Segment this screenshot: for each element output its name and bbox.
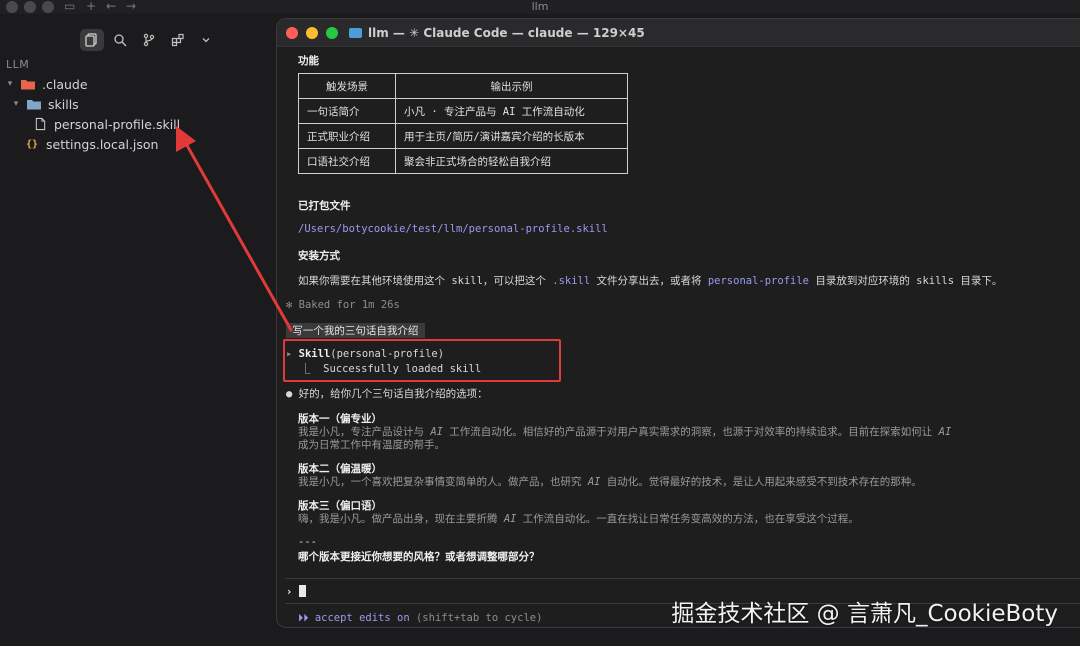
folder-icon <box>26 97 42 111</box>
input-top-border <box>285 578 1080 579</box>
chevron-down-icon <box>202 38 210 43</box>
terminal-output[interactable]: 功能 触发场景 输出示例 一句话简介 小凡 · 专注产品与 AI 工作流自动化 … <box>277 47 1080 627</box>
terminal-minimize-button[interactable] <box>306 27 318 39</box>
skill-call-name: Skill <box>298 348 331 360</box>
terminal-window[interactable]: llm — ✳ Claude Code — claude — 129×45 功能… <box>276 18 1080 628</box>
feature-heading: 功能 <box>298 55 319 67</box>
tree-item-settings-json[interactable]: {} settings.local.json <box>24 134 159 154</box>
outer-window-title: llm <box>531 0 549 13</box>
skill-call-line: ▸ Skill(personal-profile) <box>286 348 444 360</box>
table-row: 口语社交介绍 聚会非正式场合的轻松自我介绍 <box>298 148 628 174</box>
tree-item-label: .claude <box>42 76 88 92</box>
terminal-title-text: llm — ✳ Claude Code — claude — 129×45 <box>368 26 645 40</box>
extensions-tab-button[interactable] <box>166 29 190 51</box>
tree-item-label: personal-profile.skill <box>54 116 181 132</box>
files-tab-button[interactable] <box>80 29 104 51</box>
tree-item-label: settings.local.json <box>46 136 159 152</box>
outer-titlebar: ▭ + ← → llm <box>0 0 1080 14</box>
version-text: 工作流自动化。相信好的产品源于对用户真实需求的洞察，也源于对效率的持续追求。目前… <box>442 426 939 438</box>
chevron-down-icon: ▾ <box>7 79 13 89</box>
more-tabs-button[interactable] <box>194 29 218 51</box>
table-cell: 聚会非正式场合的轻松自我介绍 <box>395 148 628 174</box>
install-code: personal-profile <box>707 275 809 287</box>
version-text: AI <box>503 513 517 525</box>
install-instructions: 如果你需要在其他环境使用这个 skill，可以把这个 .skill 文件分享出去… <box>298 273 1002 288</box>
tree-item-personal-profile-skill[interactable]: personal-profile.skill <box>32 114 180 134</box>
packaged-path-link[interactable]: /Users/botycookie/test/llm/personal-prof… <box>298 223 608 235</box>
terminal-titlebar: llm — ✳ Claude Code — claude — 129×45 <box>277 19 1080 47</box>
table-cell: 一句话简介 <box>298 98 396 124</box>
chevron-down-icon: ▾ <box>13 99 19 109</box>
install-heading: 安装方式 <box>298 250 340 262</box>
extensions-icon <box>171 33 184 47</box>
version-line: 成为日常工作中有温度的帮手。 <box>298 437 445 452</box>
text-cursor <box>298 585 306 597</box>
version-line: 嗨，我是小凡。做产品出身，现在主要折腾 AI 工作流自动化。一直在找让日常任务变… <box>298 511 859 526</box>
fast-forward-icon: ⏵⏵ <box>298 612 309 624</box>
mode-label: accept edits on <box>314 612 410 624</box>
assistant-question: 哪个版本更接近你想要的风格？或者想调整哪部分？ <box>298 551 540 563</box>
feature-table: 触发场景 输出示例 一句话简介 小凡 · 专注产品与 AI 工作流自动化 正式职… <box>298 73 628 174</box>
table-row: 正式职业介绍 用于主页/简历/演讲嘉宾介绍的长版本 <box>298 123 628 149</box>
tree-item-skills-folder[interactable]: ▾ skills <box>10 94 79 114</box>
table-cell: 用于主页/简历/演讲嘉宾介绍的长版本 <box>395 123 628 149</box>
mode-hint: (shift+tab to cycle) <box>415 612 543 624</box>
install-text: 如果你需要在其他环境使用这个 skill，可以把这个 <box>298 275 553 287</box>
version-text: AI <box>938 426 952 438</box>
watermark: 掘金技术社区 @ 言萧凡_CookieBoty <box>671 601 1058 627</box>
tree-item-label: skills <box>48 96 79 112</box>
terminal-title: llm — ✳ Claude Code — claude — 129×45 <box>349 19 645 47</box>
version-text: AI <box>587 476 601 488</box>
table-header-cell: 触发场景 <box>298 73 396 99</box>
table-cell: 口语社交介绍 <box>298 148 396 174</box>
json-file-icon: {} <box>25 138 39 150</box>
files-icon <box>85 33 97 47</box>
bullet-icon: ▸ <box>286 348 299 360</box>
version-line: 我是小凡，一个喜欢把复杂事情变简单的人。做产品，也研究 AI 自动化。觉得最好的… <box>298 474 922 489</box>
workspace-section-label: LLM <box>6 58 30 71</box>
search-icon <box>114 34 127 47</box>
table-header-cell: 输出示例 <box>395 73 628 99</box>
source-control-tab-button[interactable] <box>137 29 161 51</box>
prompt-chevron-icon: › <box>286 586 293 598</box>
baked-status: ✻ Baked for 1m 26s <box>286 299 400 311</box>
markdown-divider: --- <box>298 536 317 548</box>
file-explorer-sidebar: LLM ▾ .claude ▾ skills personal-profile.… <box>0 14 276 646</box>
table-header-row: 触发场景 输出示例 <box>298 73 628 99</box>
install-text: 文件分享出去，或者将 <box>590 275 708 287</box>
install-text: 目录放到对应环境的 skills 目录下。 <box>809 275 1003 287</box>
version-text: 成为日常工作中有温度的帮手。 <box>298 439 445 451</box>
version-text: 自动化。觉得最好的技术，是让人用起来感受不到技术存在的那种。 <box>600 476 922 488</box>
install-code: .skill <box>552 275 591 287</box>
table-cell: 小凡 · 专注产品与 AI 工作流自动化 <box>395 98 628 124</box>
input-line[interactable]: › <box>286 585 306 598</box>
assistant-reply-intro: ● 好的，给你几个三句话自我介绍的选项： <box>286 388 488 400</box>
folder-icon <box>349 28 362 38</box>
packaged-heading: 已打包文件 <box>298 200 351 212</box>
version-text: 工作流自动化。一直在找让日常任务变高效的方法，也在享受这个过程。 <box>516 513 859 525</box>
skill-result-line: ⎿ Successfully loaded skill <box>300 363 482 375</box>
table-cell: 正式职业介绍 <box>298 123 396 149</box>
terminal-close-button[interactable] <box>286 27 298 39</box>
version-text: 嗨，我是小凡。做产品出身，现在主要折腾 <box>298 513 504 525</box>
terminal-zoom-button[interactable] <box>326 27 338 39</box>
version-text: 我是小凡，一个喜欢把复杂事情变简单的人。做产品，也研究 <box>298 476 588 488</box>
folder-icon <box>20 77 36 91</box>
tree-item-claude-folder[interactable]: ▾ .claude <box>4 74 88 94</box>
user-prompt: 写一个我的三句话自我介绍 <box>286 323 425 338</box>
skill-call-arg: (personal-profile) <box>330 348 445 360</box>
search-tab-button[interactable] <box>108 29 132 51</box>
file-icon <box>32 117 48 131</box>
table-row: 一句话简介 小凡 · 专注产品与 AI 工作流自动化 <box>298 98 628 124</box>
mode-status[interactable]: ⏵⏵ accept edits on (shift+tab to cycle) <box>298 612 542 625</box>
git-branch-icon <box>143 33 155 47</box>
